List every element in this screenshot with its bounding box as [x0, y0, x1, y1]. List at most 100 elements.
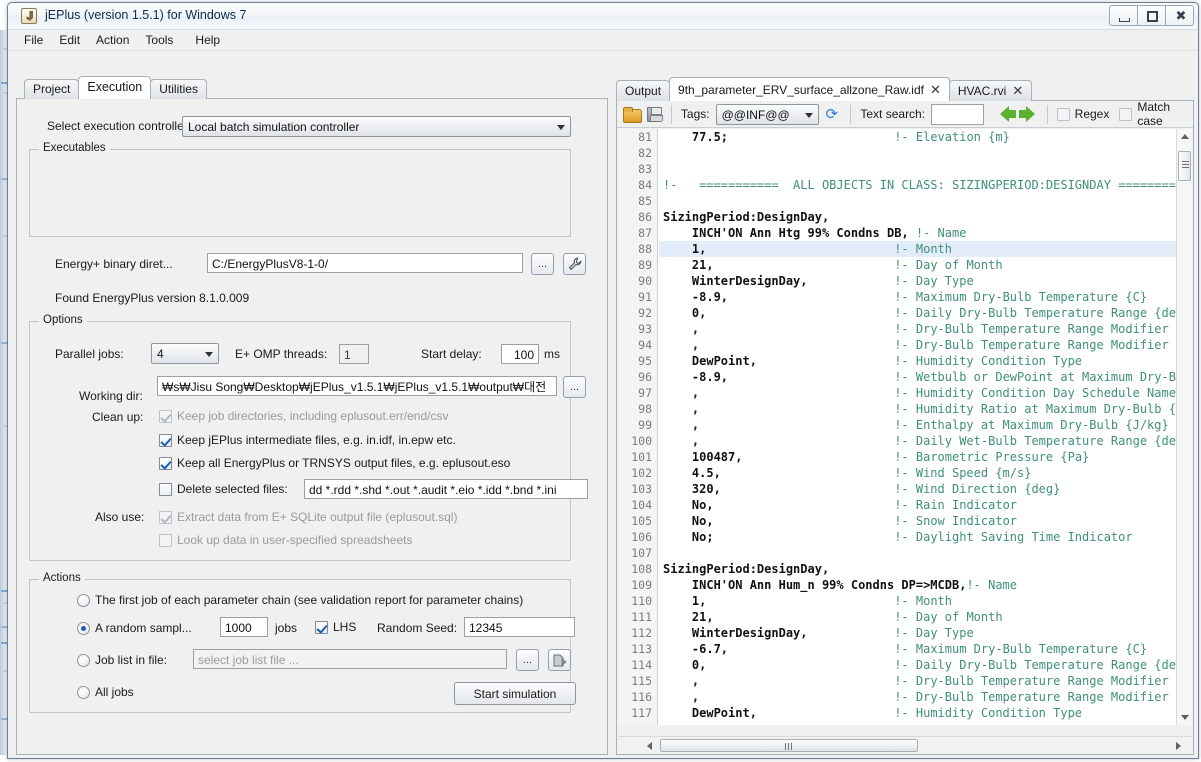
tags-select[interactable]: @@INF@@	[715, 103, 820, 125]
start-simulation-button[interactable]: Start simulation	[454, 682, 576, 705]
editor-vertical-scrollbar[interactable]	[1176, 129, 1192, 725]
code-line[interactable]: , !- Dry-Bulb Temperature Range Modifier…	[659, 337, 1176, 353]
menu-item-help[interactable]: Help	[188, 31, 227, 49]
code-line[interactable]: INCH'ON Ann Htg 99% Condns DB, !- Name	[659, 225, 1176, 241]
scroll-down-button[interactable]	[1177, 710, 1192, 725]
tab-utilities[interactable]: Utilities	[150, 79, 207, 99]
code-line[interactable]: , !- Humidity Condition Day Schedule Nam…	[659, 385, 1176, 401]
code-line[interactable]: 1, !- Month	[659, 241, 1176, 257]
open-folder-icon[interactable]	[623, 106, 642, 123]
cleanup-keep-intermediate[interactable]: Keep jEPlus intermediate files, e.g. in.…	[159, 433, 456, 447]
working-dir-browse-button[interactable]: ...	[563, 376, 586, 398]
arrow-left-icon[interactable]	[999, 106, 1016, 122]
code-line[interactable]: No, !- Snow Indicator	[659, 513, 1176, 529]
code-line[interactable]: No, !- Rain Indicator	[659, 497, 1176, 513]
start-delay-input[interactable]: 100	[501, 344, 539, 364]
maximize-button[interactable]	[1137, 5, 1166, 26]
energyplus-binary-input[interactable]: C:/EnergyPlusV8-1-0/	[207, 253, 523, 273]
code-line[interactable]: SizingPeriod:DesignDay,	[659, 561, 1176, 577]
cleanup-keep-output[interactable]: Keep all EnergyPlus or TRNSYS output fil…	[159, 456, 510, 470]
tab-project[interactable]: Project	[24, 79, 80, 99]
working-dir-input[interactable]: s₩Jisu Song₩Desktop₩jEPlus_v1.5.1₩jEPlus…	[157, 376, 557, 396]
close-icon[interactable]: ✕	[1012, 84, 1023, 97]
code-line[interactable]: -6.7, !- Maximum Dry-Bulb Temperature {C…	[659, 641, 1176, 657]
scroll-left-button[interactable]	[642, 738, 657, 753]
delete-selected-files-checkbox[interactable]: Delete selected files:	[159, 482, 288, 496]
refresh-icon[interactable]: ⟳	[825, 106, 841, 122]
action-first-job-radio[interactable]: The first job of each parameter chain (s…	[77, 593, 523, 607]
action-all-jobs-radio[interactable]: All jobs	[77, 685, 134, 699]
match-case-checkbox[interactable]: Match case	[1119, 100, 1193, 128]
code-line[interactable]: , !- Dry-Bulb Temperature Range Modifier…	[659, 673, 1176, 689]
cleanup-keep-job-dirs[interactable]: Keep job directories, including eplusout…	[159, 409, 449, 423]
binary-dir-browse-button[interactable]: ...	[531, 253, 554, 275]
idf-code-editor[interactable]: 81 82 83 84 85 86 87 88 89 90 91 92 93 94 95 96 97 98 99 10…	[618, 129, 1192, 725]
execution-controller-select[interactable]: Local batch simulation controller	[182, 116, 571, 137]
code-line[interactable]	[659, 545, 1176, 561]
code-line[interactable]: DewPoint, !- Humidity Condition Type	[659, 353, 1176, 369]
arrow-right-icon[interactable]	[1018, 106, 1035, 122]
menu-item-action[interactable]: Action	[89, 31, 136, 49]
also-use-spreadsheets[interactable]: Look up data in user-specified spreadshe…	[159, 533, 412, 547]
code-line[interactable]: , !- Daily Wet-Bulb Temperature Range {d…	[659, 433, 1176, 449]
code-line[interactable]: SizingPeriod:DesignDay,	[659, 209, 1176, 225]
code-line[interactable]: DewPoint, !- Humidity Condition Type	[659, 705, 1176, 721]
delete-selected-files-input[interactable]: dd *.rdd *.shd *.out *.audit *.eio *.idd…	[304, 479, 588, 499]
action-joblist-radio[interactable]: Job list in file:	[77, 653, 167, 667]
text-search-input[interactable]	[931, 103, 984, 125]
code-content[interactable]: 77.5; !- Elevation {m} !- =========== AL…	[659, 129, 1176, 725]
code-line[interactable]: , !- Dry-Bulb Temperature Range Modifier…	[659, 689, 1176, 705]
lhs-checkbox[interactable]: LHS	[315, 620, 356, 634]
tab-output[interactable]: Output	[616, 80, 671, 101]
code-line[interactable]: 100487, !- Barometric Pressure {Pa}	[659, 449, 1176, 465]
code-line[interactable]: 0, !- Daily Dry-Bulb Temperature Range {…	[659, 657, 1176, 673]
random-sample-jobs-input[interactable]: 1000	[220, 617, 268, 637]
menu-item-tools[interactable]: Tools	[138, 31, 180, 49]
tab-execution[interactable]: Execution	[78, 76, 152, 99]
save-icon[interactable]	[647, 106, 663, 122]
code-line[interactable]: 21, !- Day of Month	[659, 609, 1176, 625]
code-line[interactable]: 320, !- Wind Direction {deg}	[659, 481, 1176, 497]
code-line[interactable]	[659, 193, 1176, 209]
minimize-button[interactable]	[1109, 5, 1138, 26]
code-line[interactable]: No; !- Daylight Saving Time Indicator	[659, 529, 1176, 545]
menu-item-file[interactable]: File	[17, 31, 50, 49]
code-line[interactable]: INCH'ON Ann Hum_n 99% Condns DP=>MCDB,!-…	[659, 577, 1176, 593]
code-line[interactable]	[659, 161, 1176, 177]
code-line[interactable]: -8.9, !- Wetbulb or DewPoint at Maximum …	[659, 369, 1176, 385]
random-seed-input[interactable]: 12345	[464, 617, 575, 637]
code-line[interactable]: 21, !- Day of Month	[659, 257, 1176, 273]
close-button[interactable]: ✖	[1165, 5, 1194, 26]
regex-checkbox[interactable]: Regex	[1056, 107, 1109, 121]
horizontal-scrollbar-thumb[interactable]	[660, 739, 918, 752]
menu-item-edit[interactable]: Edit	[52, 31, 87, 49]
title-bar[interactable]: jEPlus (version 1.5.1) for Windows 7 ✖	[8, 3, 1198, 30]
tab-rvi-file[interactable]: HVAC.rvi ✕	[948, 80, 1033, 101]
close-icon[interactable]: ✕	[930, 83, 941, 96]
code-line[interactable]: , !- Dry-Bulb Temperature Range Modifier…	[659, 321, 1176, 337]
joblist-browse-button[interactable]: ...	[516, 649, 539, 671]
code-line[interactable]: 77.5; !- Elevation {m}	[659, 129, 1176, 145]
code-line[interactable]: , !- Enthalpy at Maximum Dry-Bulb {J/kg}	[659, 417, 1176, 433]
action-random-sample-radio[interactable]: A random sampl...	[77, 621, 192, 635]
code-line[interactable]: !- =========== ALL OBJECTS IN CLASS: SIZ…	[659, 177, 1176, 193]
open-file-icon[interactable]	[548, 649, 571, 671]
code-line[interactable]: 1, !- Month	[659, 593, 1176, 609]
code-line[interactable]: WinterDesignDay, !- Day Type	[659, 625, 1176, 641]
code-line[interactable]: 0, !- Daily Dry-Bulb Temperature Range {…	[659, 305, 1176, 321]
code-line[interactable]: -8.9, !- Maximum Dry-Bulb Temperature {C…	[659, 289, 1176, 305]
code-line[interactable]: WinterDesignDay, !- Day Type	[659, 273, 1176, 289]
also-use-sqlite[interactable]: Extract data from E+ SQLite output file …	[159, 510, 457, 524]
code-line[interactable]: 4.5, !- Wind Speed {m/s}	[659, 465, 1176, 481]
parallel-jobs-select[interactable]: 4	[151, 343, 219, 364]
tab-idf-file[interactable]: 9th_parameter_ERV_surface_allzone_Raw.id…	[669, 77, 950, 101]
code-line[interactable]: , !- Humidity Ratio at Maximum Dry-Bulb …	[659, 401, 1176, 417]
wrench-icon[interactable]	[563, 253, 586, 275]
scroll-up-button[interactable]	[1177, 129, 1192, 144]
joblist-file-input[interactable]: select job list file ...	[193, 649, 507, 669]
vertical-scrollbar-thumb[interactable]	[1178, 151, 1191, 181]
editor-horizontal-scrollbar[interactable]	[618, 736, 1192, 753]
scroll-right-button[interactable]	[1171, 738, 1186, 753]
code-line[interactable]	[659, 145, 1176, 161]
omp-threads-input[interactable]: 1	[339, 344, 369, 364]
